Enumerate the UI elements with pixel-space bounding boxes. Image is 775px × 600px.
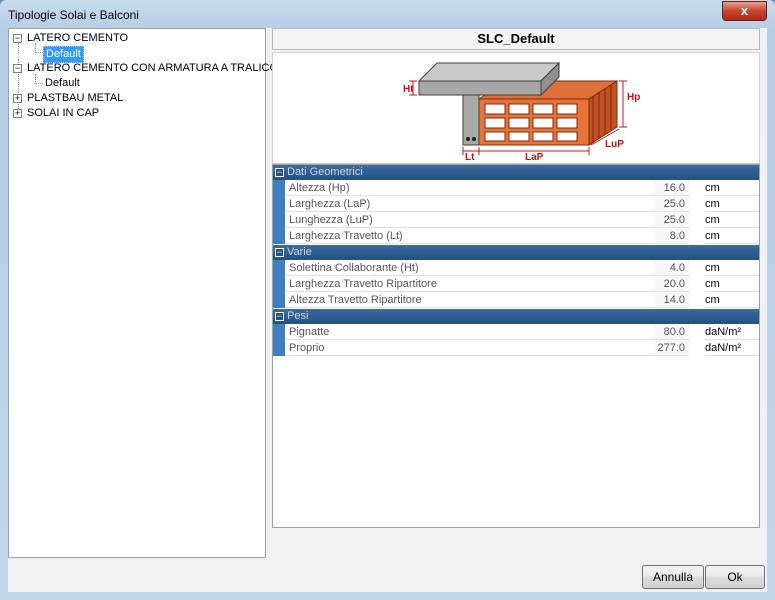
property-row[interactable]: Larghezza Travetto Ripartitore 20.0 cm: [273, 276, 759, 292]
property-name: Lunghezza (LuP): [285, 212, 656, 228]
row-gutter: [273, 340, 285, 356]
floor-section-diagram: Ht Hp LuP LaP Lt: [272, 52, 760, 164]
dimension-label-lt: Lt: [465, 152, 475, 163]
property-unit: cm: [705, 196, 759, 212]
title-bar[interactable]: Tipologie Solai e Balconi x: [0, 0, 775, 28]
property-name: Solettina Collaborante (Ht): [285, 260, 656, 276]
category-varie[interactable]: − Varie: [273, 245, 759, 260]
slab-front-face: [418, 80, 542, 96]
row-gutter: [273, 324, 285, 340]
tree-item-label[interactable]: PLASTBAU METAL: [27, 91, 123, 106]
property-value[interactable]: 277.0: [655, 340, 689, 356]
row-gutter: [273, 228, 285, 244]
row-gutter: [273, 292, 285, 308]
row-gutter: [273, 180, 285, 196]
row-gutter: [273, 276, 285, 292]
category-label: Pesi: [287, 310, 309, 322]
slab-top-face: [417, 62, 561, 82]
property-grid[interactable]: − Dati Geometrici Altezza (Hp) 16.0 cm L…: [272, 164, 760, 528]
dimension-label-lap: LaP: [525, 152, 544, 163]
dimension-label-lup: LuP: [605, 139, 624, 150]
category-label: Dati Geometrici: [287, 166, 363, 178]
dialog-window: Tipologie Solai e Balconi x − LATERO CEM…: [0, 0, 775, 600]
detail-panel: SLC_Default Ht Hp LuP LaP Lt − Dati Geom…: [272, 28, 760, 528]
property-name: Altezza Travetto Ripartitore: [285, 292, 656, 308]
joist: [462, 94, 480, 146]
cancel-button[interactable]: Annulla: [642, 565, 704, 589]
property-row[interactable]: Lunghezza (LuP) 25.0 cm: [273, 212, 759, 228]
tree-connector: [18, 43, 19, 53]
row-gutter: [273, 260, 285, 276]
property-row[interactable]: Proprio 277.0 daN/m²: [273, 340, 759, 356]
expand-icon[interactable]: +: [13, 109, 22, 118]
property-value[interactable]: 25.0: [655, 212, 689, 228]
category-pesi[interactable]: − Pesi: [273, 309, 759, 324]
property-row[interactable]: Altezza Travetto Ripartitore 14.0 cm: [273, 292, 759, 308]
row-gutter: [273, 196, 285, 212]
property-value[interactable]: 80.0: [655, 324, 689, 340]
property-row[interactable]: Larghezza Travetto (Lt) 8.0 cm: [273, 228, 759, 244]
property-value[interactable]: 20.0: [655, 276, 689, 292]
collapse-icon[interactable]: −: [275, 312, 284, 321]
property-value[interactable]: 16.0: [655, 180, 689, 196]
property-unit: cm: [705, 260, 759, 276]
tree-connector: [35, 83, 43, 84]
ok-button[interactable]: Ok: [705, 565, 765, 589]
property-unit: cm: [705, 212, 759, 228]
property-name: Larghezza Travetto Ripartitore: [285, 276, 656, 292]
floor-type-tree[interactable]: − LATERO CEMENTO Default − LATERO CEMENT…: [8, 28, 289, 558]
collapse-icon[interactable]: −: [275, 168, 284, 177]
property-row[interactable]: Altezza (Hp) 16.0 cm: [273, 180, 759, 196]
dimension-label-ht: Ht: [403, 84, 414, 95]
floor-section-drawing: Ht Hp LuP LaP Lt: [403, 61, 640, 163]
category-dati-geometrici[interactable]: − Dati Geometrici: [273, 165, 759, 180]
rebar: [472, 137, 476, 141]
property-unit: cm: [705, 292, 759, 308]
tree-item-label[interactable]: LATERO CEMENTO CON ARMATURA A TRALICCIO: [27, 61, 289, 76]
collapse-icon[interactable]: −: [13, 34, 22, 43]
category-label: Varie: [287, 246, 312, 258]
property-value[interactable]: 8.0: [655, 228, 689, 244]
property-row[interactable]: Solettina Collaborante (Ht) 4.0 cm: [273, 260, 759, 276]
tree-item-label[interactable]: Default: [45, 76, 80, 91]
property-unit: cm: [705, 180, 759, 196]
dialog-client: − LATERO CEMENTO Default − LATERO CEMENT…: [8, 28, 767, 592]
expand-icon[interactable]: +: [13, 94, 22, 103]
tree-connector: [35, 52, 43, 53]
property-unit: cm: [705, 228, 759, 244]
property-value[interactable]: 4.0: [655, 260, 689, 276]
collapse-icon[interactable]: −: [13, 64, 22, 73]
property-row[interactable]: Pignatte 80.0 daN/m²: [273, 324, 759, 340]
property-name: Larghezza Travetto (Lt): [285, 228, 656, 244]
collapse-icon[interactable]: −: [275, 248, 284, 257]
floor-type-name: SLC_Default: [272, 28, 760, 50]
property-row[interactable]: Larghezza (LaP) 25.0 cm: [273, 196, 759, 212]
tree-item-label[interactable]: LATERO CEMENTO: [27, 31, 128, 46]
window-title: Tipologie Solai e Balconi: [8, 8, 139, 22]
tree-item-label[interactable]: SOLAI IN CAP: [27, 106, 99, 121]
property-value[interactable]: 14.0: [655, 292, 689, 308]
property-name: Larghezza (LaP): [285, 196, 656, 212]
dimension-label-hp: Hp: [627, 92, 640, 103]
rebar: [466, 137, 470, 141]
property-unit: daN/m²: [705, 340, 759, 356]
property-value[interactable]: 25.0: [655, 196, 689, 212]
property-name: Altezza (Hp): [285, 180, 656, 196]
row-gutter: [273, 212, 285, 228]
property-unit: daN/m²: [705, 324, 759, 340]
property-unit: cm: [705, 276, 759, 292]
property-name: Proprio: [285, 340, 656, 356]
property-name: Pignatte: [285, 324, 656, 340]
close-button[interactable]: x: [722, 1, 767, 21]
